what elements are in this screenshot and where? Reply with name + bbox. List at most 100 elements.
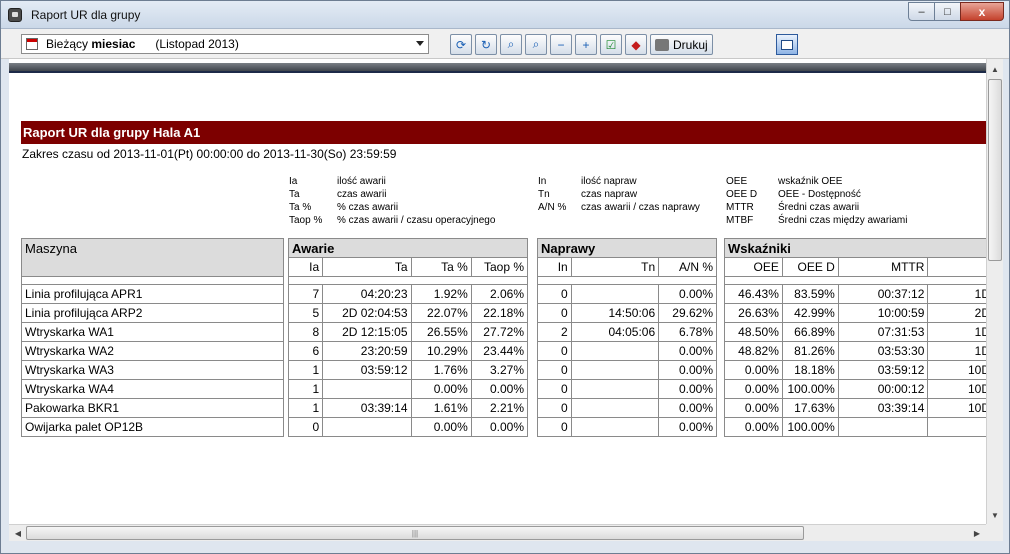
table-row[interactable]: 1 0.00% 0.00% bbox=[287, 379, 529, 399]
table-row[interactable]: 0.00%18.18%03:59:1210D 12: bbox=[724, 360, 986, 380]
indicators-mttr-cell: 00:00:12 bbox=[837, 379, 929, 399]
close-button[interactable]: x bbox=[960, 2, 1004, 21]
refresh-button[interactable]: ⟳ bbox=[450, 34, 472, 55]
legend-item: Tn czas napraw bbox=[538, 188, 700, 201]
legend-item: Taop % % czas awarii / czasu operacyjnego bbox=[289, 214, 495, 227]
minimize-button[interactable]: – bbox=[908, 2, 935, 21]
table-row[interactable]: 0 0.00% bbox=[537, 417, 717, 437]
table-row[interactable]: Wtryskarka WA2 bbox=[21, 341, 284, 361]
table-row[interactable]: 2 04:05:06 6.78% bbox=[537, 322, 717, 342]
table-row[interactable]: 8 2D 12:15:05 26.55% 27.72% bbox=[287, 322, 529, 342]
table-row[interactable]: 0 0.00% bbox=[537, 284, 717, 304]
legend-desc: % czas awarii / czasu operacyjnego bbox=[337, 215, 496, 226]
legend-item: In ilość napraw bbox=[538, 175, 700, 188]
table-row[interactable]: 5 2D 02:04:53 22.07% 22.18% bbox=[287, 303, 529, 323]
scroll-left-icon[interactable]: ◀ bbox=[10, 525, 26, 541]
zoom-in-button[interactable]: + bbox=[575, 34, 597, 55]
repairs-in-cell: 0 bbox=[537, 303, 572, 323]
horizontal-scrollbar[interactable]: ◀ ||| ▶ bbox=[9, 524, 986, 541]
window-mode-button[interactable] bbox=[776, 34, 798, 55]
period-label: Bieżący bbox=[46, 37, 89, 51]
table-row[interactable]: Linia profilująca APR1 bbox=[21, 284, 284, 304]
failures-ta-cell: 03:39:14 bbox=[322, 398, 412, 418]
table-row[interactable]: 6 23:20:59 10.29% 23.44% bbox=[287, 341, 529, 361]
repairs-an-cell: 0.00% bbox=[658, 379, 717, 399]
zoom-page-button[interactable]: ⌕ bbox=[525, 34, 547, 55]
table-row[interactable]: 1 03:59:12 1.76% 3.27% bbox=[287, 360, 529, 380]
zoom-width-button[interactable]: ⌕ bbox=[500, 34, 522, 55]
table-row[interactable]: 1 03:39:14 1.61% 2.21% bbox=[287, 398, 529, 418]
indicators-mttr-cell bbox=[837, 417, 929, 437]
table-row[interactable]: 0 14:50:06 29.62% bbox=[537, 303, 717, 323]
indicators-header: Wskaźniki bbox=[724, 238, 986, 258]
period-value: (Listopad 2013) bbox=[155, 37, 239, 51]
repairs-tn-cell: 04:05:06 bbox=[570, 322, 660, 342]
maximize-button[interactable]: □ bbox=[934, 2, 961, 21]
spacer-cell bbox=[724, 276, 986, 285]
indicators-oeed-cell: 66.89% bbox=[781, 322, 839, 342]
indicators-mtbf-cell: 1D 18: bbox=[927, 341, 986, 361]
scroll-right-icon[interactable]: ▶ bbox=[969, 525, 985, 541]
scroll-up-icon[interactable]: ▲ bbox=[987, 61, 1003, 78]
table-row[interactable]: Pakowarka BKR1 bbox=[21, 398, 284, 418]
failures-table: Awarie Ia Ta Ta % Taop % 7 04:20:23 1.92% 2.06% 5… bbox=[287, 238, 529, 437]
table-row[interactable]: 0 0.00% bbox=[537, 360, 717, 380]
indicators-mttr-cell: 03:53:30 bbox=[837, 341, 929, 361]
toolbar: Bieżący miesiac (Listopad 2013) ⟳ ↻ ⌕ ⌕ … bbox=[1, 29, 1009, 59]
table-row[interactable]: 7 04:20:23 1.92% 2.06% bbox=[287, 284, 529, 304]
table-row[interactable]: 0.00%100.00%00:00:1210D 12: bbox=[724, 379, 986, 399]
print-button[interactable]: Drukuj bbox=[650, 34, 713, 55]
table-row[interactable]: 0 0.00% 0.00% bbox=[287, 417, 529, 437]
table-row[interactable]: 0.00%17.63%03:39:1410D 12: bbox=[724, 398, 986, 418]
table-row[interactable]: 0 0.00% bbox=[537, 379, 717, 399]
machine-name: Pakowarka BKR1 bbox=[21, 398, 284, 418]
indicators-oee-cell: 48.82% bbox=[724, 341, 783, 361]
failures-ia-cell: 1 bbox=[287, 360, 324, 380]
failures-tap-cell: 22.07% bbox=[410, 303, 472, 323]
vertical-scrollbar[interactable]: ▲ ▼ bbox=[986, 59, 1003, 524]
table-row[interactable]: Wtryskarka WA3 bbox=[21, 360, 284, 380]
legend-desc: czas napraw bbox=[581, 189, 638, 200]
repairs-tn-cell bbox=[570, 360, 660, 380]
table-row[interactable]: Wtryskarka WA4 bbox=[21, 379, 284, 399]
repairs-col-header: In bbox=[537, 257, 572, 277]
legend-code: Ta bbox=[289, 189, 300, 200]
horizontal-scroll-thumb[interactable]: ||| bbox=[26, 526, 804, 540]
table-row[interactable]: Linia profilująca ARP2 bbox=[21, 303, 284, 323]
zoom-width-icon: ⌕ bbox=[507, 37, 515, 51]
legend-item: A/N % czas awarii / czas naprawy bbox=[538, 201, 700, 214]
title-bar[interactable]: Raport UR dla grupy – □ x bbox=[1, 1, 1009, 29]
table-row[interactable]: 0 0.00% bbox=[537, 398, 717, 418]
table-row[interactable]: 46.43%83.59%00:37:121D 12: bbox=[724, 284, 986, 304]
table-row[interactable]: 48.50%66.89%07:31:531D 07: bbox=[724, 322, 986, 342]
machine-name: Wtryskarka WA4 bbox=[21, 379, 284, 399]
machine-name: Linia profilująca ARP2 bbox=[21, 303, 284, 323]
repairs-header: Naprawy bbox=[537, 238, 717, 258]
zoom-out-button[interactable]: − bbox=[550, 34, 572, 55]
repairs-in-cell: 0 bbox=[537, 341, 572, 361]
table-row[interactable]: 26.63%42.99%10:00:592D 02: bbox=[724, 303, 986, 323]
period-select[interactable]: Bieżący miesiac (Listopad 2013) bbox=[21, 34, 429, 54]
export-pdf-button[interactable]: ◆ bbox=[625, 34, 647, 55]
machine-name: Wtryskarka WA2 bbox=[21, 341, 284, 361]
report-title: Raport UR dla grupy Hala A1 bbox=[21, 121, 986, 144]
reload-button[interactable]: ↻ bbox=[475, 34, 497, 55]
legend-desc: Średni czas awarii bbox=[778, 202, 860, 213]
legend-item: Ia ilość awarii bbox=[289, 175, 495, 188]
table-row[interactable]: 0 0.00% bbox=[537, 341, 717, 361]
vertical-scroll-thumb[interactable] bbox=[988, 79, 1002, 261]
zoom-page-icon: ⌕ bbox=[532, 37, 540, 51]
failures-ia-cell: 8 bbox=[287, 322, 324, 342]
failures-taop-cell: 0.00% bbox=[470, 379, 529, 399]
failures-tap-cell: 1.92% bbox=[410, 284, 472, 304]
check-button[interactable]: ☑ bbox=[600, 34, 622, 55]
table-row[interactable]: 48.82%81.26%03:53:301D 18: bbox=[724, 341, 986, 361]
table-row[interactable]: Wtryskarka WA1 bbox=[21, 322, 284, 342]
table-row[interactable]: Owijarka palet OP12B bbox=[21, 417, 284, 437]
table-row[interactable]: 0.00% 100.00% bbox=[724, 417, 986, 437]
repairs-an-cell: 29.62% bbox=[658, 303, 717, 323]
scroll-down-icon[interactable]: ▼ bbox=[987, 507, 1003, 524]
failures-taop-cell: 23.44% bbox=[470, 341, 529, 361]
repairs-in-cell: 0 bbox=[537, 417, 572, 437]
chevron-down-icon[interactable] bbox=[416, 41, 424, 46]
